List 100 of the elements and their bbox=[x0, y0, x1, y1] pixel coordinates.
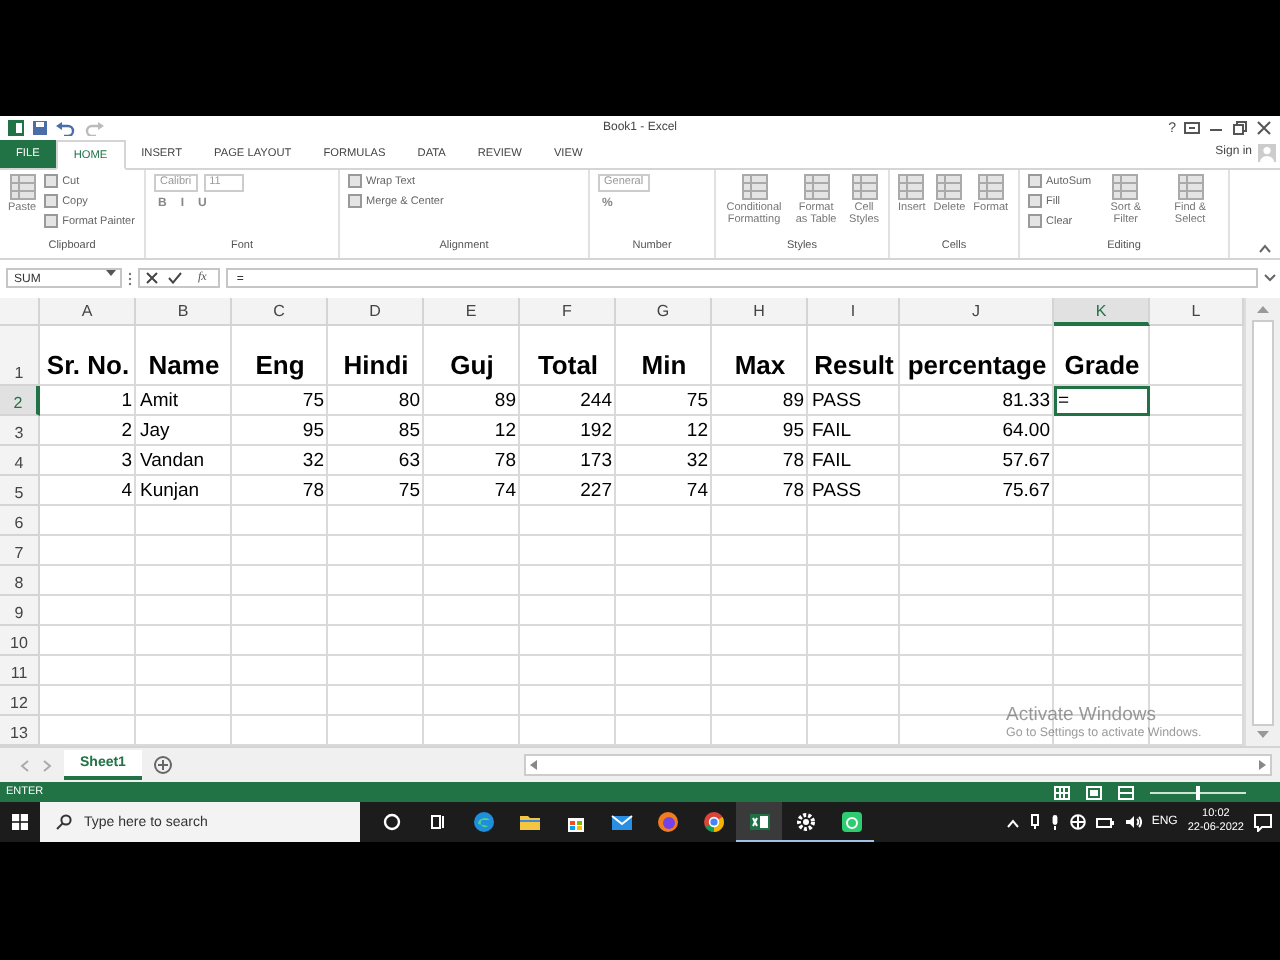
search-circle-icon[interactable] bbox=[379, 810, 403, 834]
browser-icon[interactable] bbox=[701, 810, 725, 834]
chevron-up-icon[interactable] bbox=[1005, 817, 1020, 827]
table-cell[interactable]: percentage bbox=[900, 326, 1054, 386]
table-cell[interactable]: FAIL bbox=[808, 446, 900, 476]
mail-icon[interactable] bbox=[609, 810, 633, 834]
table-cell[interactable]: Min bbox=[616, 326, 712, 386]
row-header[interactable]: 10 bbox=[0, 626, 40, 656]
column-header[interactable]: K bbox=[1054, 298, 1150, 326]
close-icon[interactable] bbox=[146, 272, 158, 284]
table-cell[interactable]: 192 bbox=[520, 416, 616, 446]
row-header[interactable]: 13 bbox=[0, 716, 40, 746]
table-cell[interactable]: 3 bbox=[40, 446, 136, 476]
column-header[interactable]: D bbox=[328, 298, 424, 326]
table-cell[interactable]: 95 bbox=[712, 416, 808, 446]
column-header[interactable]: A bbox=[40, 298, 136, 326]
row-header[interactable]: 12 bbox=[0, 686, 40, 716]
table-cell[interactable]: 74 bbox=[616, 476, 712, 506]
column-header[interactable]: J bbox=[900, 298, 1054, 326]
table-cell[interactable]: 89 bbox=[712, 386, 808, 416]
table-cell[interactable]: 78 bbox=[712, 476, 808, 506]
column-header[interactable]: I bbox=[808, 298, 900, 326]
row-header[interactable]: 6 bbox=[0, 506, 40, 536]
row-header[interactable]: 7 bbox=[0, 536, 40, 566]
start-icon[interactable] bbox=[12, 814, 28, 830]
row-header[interactable]: 4 bbox=[0, 446, 40, 476]
app-icon[interactable] bbox=[839, 809, 863, 833]
column-header[interactable]: H bbox=[712, 298, 808, 326]
column-header[interactable]: C bbox=[232, 298, 328, 326]
folder-icon[interactable] bbox=[517, 810, 541, 834]
column-header[interactable]: L bbox=[1150, 298, 1244, 326]
table-cell[interactable]: 75 bbox=[328, 476, 424, 506]
scroll-left-icon[interactable] bbox=[529, 760, 538, 770]
table-cell[interactable]: 173 bbox=[520, 446, 616, 476]
table-cell[interactable]: Guj bbox=[424, 326, 520, 386]
scroll-right-icon[interactable] bbox=[1258, 760, 1266, 770]
page-layout-icon[interactable] bbox=[1086, 785, 1102, 799]
add-sheet-icon[interactable] bbox=[153, 756, 172, 774]
table-cell[interactable]: Vandan bbox=[136, 446, 232, 476]
excel-icon[interactable] bbox=[8, 120, 24, 136]
row-header[interactable]: 3 bbox=[0, 416, 40, 446]
table-cell[interactable]: 32 bbox=[616, 446, 712, 476]
table-cell[interactable]: Kunjan bbox=[136, 476, 232, 506]
check-icon[interactable] bbox=[168, 272, 182, 284]
table-cell[interactable]: 12 bbox=[424, 416, 520, 446]
microphone-icon[interactable] bbox=[1049, 814, 1060, 830]
table-cell[interactable]: 95 bbox=[232, 416, 328, 446]
table-cell[interactable]: 80 bbox=[328, 386, 424, 416]
table-cell[interactable]: 78 bbox=[232, 476, 328, 506]
table-cell[interactable]: 4 bbox=[40, 476, 136, 506]
table-cell[interactable]: 78 bbox=[424, 446, 520, 476]
column-header[interactable]: F bbox=[520, 298, 616, 326]
row-header[interactable]: 2 bbox=[0, 386, 40, 416]
table-cell[interactable]: FAIL bbox=[808, 416, 900, 446]
speaker-icon[interactable] bbox=[1123, 814, 1142, 830]
table-cell[interactable]: = bbox=[1054, 386, 1150, 416]
table-cell[interactable]: Name bbox=[136, 326, 232, 386]
table-cell[interactable]: 89 bbox=[424, 386, 520, 416]
column-header[interactable]: B bbox=[136, 298, 232, 326]
table-cell[interactable]: 2 bbox=[40, 416, 136, 446]
scroll-thumb[interactable] bbox=[1252, 320, 1274, 726]
expand-icon[interactable] bbox=[1264, 274, 1276, 282]
column-header[interactable]: G bbox=[616, 298, 712, 326]
close-icon[interactable] bbox=[1256, 120, 1272, 136]
table-cell[interactable]: PASS bbox=[808, 386, 900, 416]
table-cell[interactable]: 75 bbox=[232, 386, 328, 416]
save-icon[interactable] bbox=[32, 120, 48, 136]
column-header[interactable]: E bbox=[424, 298, 520, 326]
row-header[interactable]: 5 bbox=[0, 476, 40, 506]
restore-icon[interactable] bbox=[1232, 120, 1248, 136]
table-cell[interactable]: 1 bbox=[40, 386, 136, 416]
row-header[interactable]: 1 bbox=[0, 326, 40, 386]
normal-view-icon[interactable] bbox=[1054, 785, 1070, 799]
dropdown-icon[interactable] bbox=[106, 270, 116, 278]
table-cell[interactable]: Total bbox=[520, 326, 616, 386]
table-cell[interactable]: 32 bbox=[232, 446, 328, 476]
collapse-icon[interactable] bbox=[1258, 244, 1272, 254]
table-cell[interactable]: Grade bbox=[1054, 326, 1150, 386]
table-cell[interactable]: 78 bbox=[712, 446, 808, 476]
table-cell[interactable]: Max bbox=[712, 326, 808, 386]
table-cell[interactable]: Jay bbox=[136, 416, 232, 446]
table-cell[interactable]: 74 bbox=[424, 476, 520, 506]
notification-icon[interactable] bbox=[1254, 813, 1272, 831]
table-cell[interactable]: 75.67 bbox=[900, 476, 1054, 506]
table-cell[interactable]: Amit bbox=[136, 386, 232, 416]
table-cell[interactable]: 75 bbox=[616, 386, 712, 416]
spreadsheet-icon[interactable] bbox=[747, 809, 771, 833]
task-view-icon[interactable] bbox=[425, 810, 449, 834]
table-cell[interactable]: Hindi bbox=[328, 326, 424, 386]
browser-icon[interactable] bbox=[655, 810, 679, 834]
row-header[interactable]: 8 bbox=[0, 566, 40, 596]
table-cell[interactable]: 81.33 bbox=[900, 386, 1054, 416]
table-cell[interactable]: 244 bbox=[520, 386, 616, 416]
table-cell[interactable]: Sr. No. bbox=[40, 326, 136, 386]
row-header[interactable]: 11 bbox=[0, 656, 40, 686]
table-cell[interactable]: 85 bbox=[328, 416, 424, 446]
table-cell[interactable]: 57.67 bbox=[900, 446, 1054, 476]
table-cell[interactable]: PASS bbox=[808, 476, 900, 506]
row-header[interactable]: 9 bbox=[0, 596, 40, 626]
table-cell[interactable]: 64.00 bbox=[900, 416, 1054, 446]
